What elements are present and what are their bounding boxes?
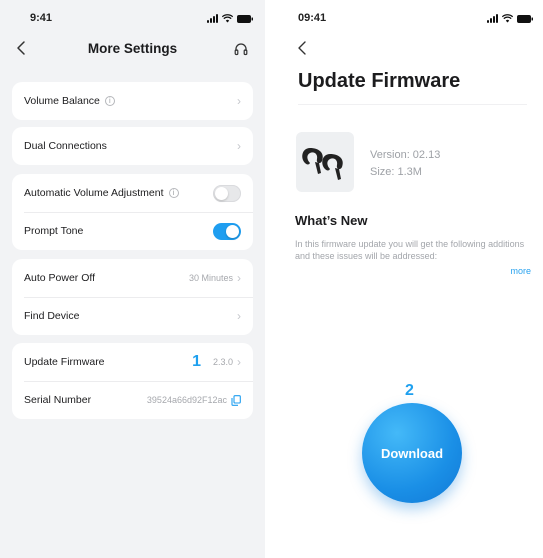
row-right: › [237, 310, 241, 322]
row-right: 1 2.3.0 › [192, 353, 241, 371]
settings-group-audio: Automatic Volume Adjustment i Prompt Ton… [12, 174, 253, 250]
status-time: 9:41 [30, 12, 53, 24]
settings-group-balance: Volume Balance i › [12, 82, 253, 120]
row-label: Prompt Tone [24, 225, 84, 237]
settings-group-connections: Dual Connections › [12, 127, 253, 165]
serial-number-row: Serial Number 39524a66d92F12ac [12, 381, 253, 419]
chevron-right-icon: › [237, 94, 241, 108]
auto-power-off-row[interactable]: Auto Power Off 30 Minutes › [12, 259, 253, 297]
headset-icon [234, 43, 248, 56]
earbuds-image [296, 132, 354, 192]
row-label: Serial Number [24, 394, 92, 406]
signal-icon [207, 14, 218, 23]
row-right: › [237, 95, 241, 107]
earbuds-icon [302, 148, 343, 180]
divider [298, 104, 527, 105]
chevron-right-icon: › [237, 271, 241, 285]
row-right: › [237, 140, 241, 152]
page-title: More Settings [87, 41, 178, 56]
page-title: Update Firmware [298, 70, 461, 92]
update-firmware-row[interactable]: Update Firmware 1 2.3.0 › [12, 343, 253, 381]
update-firmware-screen: 09:41 Update Firmware Version: 02.13 Siz… [280, 0, 543, 558]
status-time: 09:41 [298, 12, 327, 24]
whats-new-description: In this firmware update you will get the… [295, 239, 525, 261]
nav-bar: More Settings [0, 38, 265, 62]
row-right [213, 222, 241, 240]
chevron-left-icon [298, 41, 306, 55]
row-right [213, 184, 241, 202]
row-right: 39524a66d92F12ac [146, 394, 241, 406]
back-button[interactable] [297, 40, 311, 58]
row-label: Volume Balance [24, 95, 100, 107]
download-button[interactable]: Download [362, 403, 462, 503]
info-icon[interactable]: i [168, 188, 179, 198]
settings-group-device-info: Update Firmware 1 2.3.0 › Serial Number … [12, 343, 253, 419]
prompt-tone-row: Prompt Tone [12, 212, 253, 250]
auto-power-off-value: 30 Minutes [188, 273, 233, 283]
chevron-right-icon: › [237, 355, 241, 369]
more-link[interactable]: more [510, 266, 531, 276]
toggle-knob [226, 224, 239, 238]
wifi-icon [222, 14, 233, 23]
volume-balance-row[interactable]: Volume Balance i › [12, 82, 253, 120]
whats-new-heading: What’s New [295, 213, 368, 228]
status-icons [207, 14, 253, 23]
copy-icon[interactable] [231, 394, 241, 406]
prompt-tone-toggle[interactable] [213, 222, 241, 240]
status-bar: 09:41 [280, 12, 543, 30]
serial-number-value: 39524a66d92F12ac [146, 395, 227, 405]
find-device-row[interactable]: Find Device › [12, 297, 253, 335]
chevron-right-icon: › [237, 139, 241, 153]
signal-icon [487, 14, 498, 23]
dual-connections-row[interactable]: Dual Connections › [12, 127, 253, 165]
row-label: Automatic Volume Adjustment [24, 187, 164, 199]
settings-group-power: Auto Power Off 30 Minutes › Find Device … [12, 259, 253, 335]
row-label: Update Firmware [24, 356, 105, 368]
battery-icon [237, 14, 253, 23]
chevron-right-icon: › [237, 309, 241, 323]
status-icons [487, 14, 533, 23]
info-icon[interactable]: i [104, 96, 115, 106]
step-marker-2: 2 [405, 382, 414, 399]
auto-volume-toggle[interactable] [213, 184, 241, 202]
more-settings-screen: 9:41 More Settings Volume Balance i › Du… [0, 0, 265, 558]
auto-volume-row: Automatic Volume Adjustment i [12, 174, 253, 212]
status-bar: 9:41 [0, 12, 265, 30]
row-label: Find Device [24, 310, 80, 322]
support-button[interactable] [233, 41, 249, 57]
row-right: 30 Minutes › [189, 272, 241, 284]
row-label: Auto Power Off [24, 272, 96, 284]
firmware-version-value: 2.3.0 [212, 357, 233, 367]
row-label: Dual Connections [24, 140, 107, 152]
firmware-version: Version: 02.13 [370, 149, 441, 161]
step-marker-1: 1 [192, 353, 201, 370]
battery-icon [517, 14, 533, 23]
firmware-size: Size: 1.3M [370, 166, 422, 178]
wifi-icon [502, 14, 513, 23]
toggle-knob [215, 186, 228, 200]
